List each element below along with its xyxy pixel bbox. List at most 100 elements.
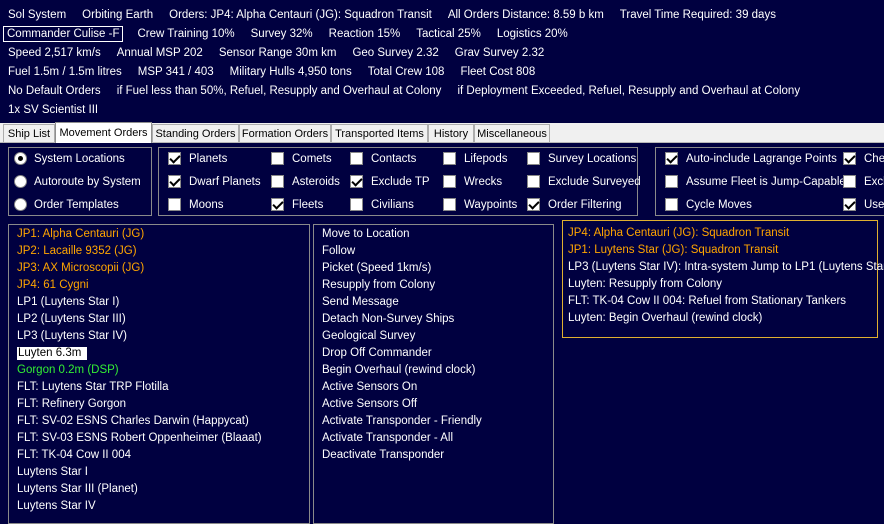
checkbox[interactable]	[443, 198, 456, 211]
list-item[interactable]: FLT: SV-03 ESNS Robert Oppenheimer (Blaa…	[13, 430, 262, 447]
checkbox[interactable]	[271, 198, 284, 211]
checkbox[interactable]	[168, 175, 181, 188]
filter-survey-locations[interactable]: Survey Locations	[527, 152, 636, 165]
filter-exclude-tp[interactable]: Exclude TP	[350, 175, 430, 188]
filter-planets[interactable]: Planets	[168, 152, 227, 165]
action-resupply-from-colony[interactable]: Resupply from Colony	[318, 277, 482, 294]
tab-transported-items[interactable]: Transported Items	[331, 124, 428, 142]
list-item[interactable]: Gorgon 0.2m (DSP)	[13, 362, 262, 379]
checkbox[interactable]	[168, 152, 181, 165]
available-actions-list[interactable]: Move to Location Follow Picket (Speed 1k…	[313, 224, 554, 524]
option-assume-jump-capable[interactable]: Assume Fleet is Jump-Capable	[665, 175, 846, 188]
list-item[interactable]: JP2: Lacaille 9352 (JG)	[13, 243, 262, 260]
action-picket[interactable]: Picket (Speed 1km/s)	[318, 260, 482, 277]
action-geological-survey[interactable]: Geological Survey	[318, 328, 482, 345]
filter-dwarf-planets[interactable]: Dwarf Planets	[168, 175, 261, 188]
list-item[interactable]: FLT: Luytens Star TRP Flotilla	[13, 379, 262, 396]
checkbox[interactable]	[527, 175, 540, 188]
action-transponder-friendly[interactable]: Activate Transponder - Friendly	[318, 413, 482, 430]
checkbox[interactable]	[350, 175, 363, 188]
list-item[interactable]: LP1 (Luytens Star I)	[13, 294, 262, 311]
checkbox[interactable]	[350, 152, 363, 165]
action-send-message[interactable]: Send Message	[318, 294, 482, 311]
radio-dot[interactable]	[14, 152, 27, 165]
checkbox[interactable]	[350, 198, 363, 211]
checkbox[interactable]	[527, 152, 540, 165]
order-item[interactable]: JP4: Alpha Centauri (JG): Squadron Trans…	[564, 225, 884, 242]
checkbox[interactable]	[843, 198, 856, 211]
checkbox[interactable]	[527, 198, 540, 211]
ship-composition-row: 1x SV Scientist III	[0, 100, 106, 119]
filter-moons[interactable]: Moons	[168, 198, 224, 211]
checkbox[interactable]	[443, 175, 456, 188]
order-item[interactable]: Luyten: Resupply from Colony	[564, 276, 884, 293]
tab-history[interactable]: History	[428, 124, 474, 142]
checkbox[interactable]	[665, 198, 678, 211]
list-item[interactable]: Luytens Star I	[13, 464, 262, 481]
filter-contacts[interactable]: Contacts	[350, 152, 416, 165]
filter-exclude-surveyed[interactable]: Exclude Surveyed	[527, 175, 641, 188]
order-item[interactable]: FLT: TK-04 Cow II 004: Refuel from Stati…	[564, 293, 884, 310]
action-active-sensors-off[interactable]: Active Sensors Off	[318, 396, 482, 413]
list-item[interactable]: FLT: SV-02 ESNS Charles Darwin (Happycat…	[13, 413, 262, 430]
list-item[interactable]: Luytens Star III (Planet)	[13, 481, 262, 498]
filter-civilians[interactable]: Civilians	[350, 198, 414, 211]
filter-comets[interactable]: Comets	[271, 152, 332, 165]
filter-fleets[interactable]: Fleets	[271, 198, 323, 211]
radio-autoroute-by-system[interactable]: Autoroute by System	[14, 175, 141, 188]
radio-dot[interactable]	[14, 175, 27, 188]
system-name: Sol System	[8, 8, 67, 21]
checkbox[interactable]	[271, 175, 284, 188]
filter-waypoints[interactable]: Waypoints	[443, 198, 517, 211]
filter-lifepods[interactable]: Lifepods	[443, 152, 507, 165]
system-locations-list[interactable]: JP1: Alpha Centauri (JG) JP2: Lacaille 9…	[8, 224, 310, 524]
sensor-range: Sensor Range 30m km	[218, 46, 337, 59]
list-item[interactable]: Luytens Star IV	[13, 498, 262, 515]
tab-standing-orders[interactable]: Standing Orders	[152, 124, 239, 142]
option-check[interactable]: Chec	[843, 152, 884, 165]
action-active-sensors-on[interactable]: Active Sensors On	[318, 379, 482, 396]
action-drop-off-commander[interactable]: Drop Off Commander	[318, 345, 482, 362]
option-exclude[interactable]: Exclu	[843, 175, 884, 188]
orders-queue-list[interactable]: JP4: Alpha Centauri (JG): Squadron Trans…	[562, 220, 884, 338]
order-item[interactable]: Luyten: Begin Overhaul (rewind clock)	[564, 310, 884, 327]
checkbox[interactable]	[665, 175, 678, 188]
order-item[interactable]: LP3 (Luytens Star IV): Intra-system Jump…	[564, 259, 884, 276]
list-item[interactable]: FLT: Refinery Gorgon	[13, 396, 262, 413]
tab-movement-orders[interactable]: Movement Orders	[55, 122, 152, 143]
checkbox[interactable]	[843, 175, 856, 188]
list-item[interactable]: JP3: AX Microscopii (JG)	[13, 260, 262, 277]
radio-order-templates[interactable]: Order Templates	[14, 198, 119, 211]
tab-ship-list[interactable]: Ship List	[3, 124, 55, 142]
tab-miscellaneous[interactable]: Miscellaneous	[474, 124, 550, 142]
tab-formation-orders[interactable]: Formation Orders	[239, 124, 331, 142]
filter-order-filtering[interactable]: Order Filtering	[527, 198, 622, 211]
option-auto-include-lagrange[interactable]: Auto-include Lagrange Points	[665, 152, 837, 165]
action-follow[interactable]: Follow	[318, 243, 482, 260]
order-item[interactable]: JP1: Luytens Star (JG): Squadron Transit	[564, 242, 884, 259]
commander-name[interactable]: Commander Culise -F	[3, 25, 124, 42]
checkbox[interactable]	[843, 152, 856, 165]
checkbox[interactable]	[665, 152, 678, 165]
action-deactivate-transponder[interactable]: Deactivate Transponder	[318, 447, 482, 464]
filter-wrecks[interactable]: Wrecks	[443, 175, 502, 188]
option-cycle-moves[interactable]: Cycle Moves	[665, 198, 752, 211]
radio-system-locations[interactable]: System Locations	[14, 152, 125, 165]
list-item[interactable]: FLT: TK-04 Cow II 004	[13, 447, 262, 464]
filter-asteroids[interactable]: Asteroids	[271, 175, 340, 188]
list-item[interactable]: LP3 (Luytens Star IV)	[13, 328, 262, 345]
list-item-selected[interactable]: Luyten 6.3m	[13, 345, 262, 362]
checkbox[interactable]	[168, 198, 181, 211]
list-item[interactable]: JP4: 61 Cygni	[13, 277, 262, 294]
action-move-to-location[interactable]: Move to Location	[318, 226, 482, 243]
option-use[interactable]: Use	[843, 198, 884, 211]
action-transponder-all[interactable]: Activate Transponder - All	[318, 430, 482, 447]
action-begin-overhaul[interactable]: Begin Overhaul (rewind clock)	[318, 362, 482, 379]
list-item-text: Luytens Star I	[17, 466, 88, 478]
radio-dot[interactable]	[14, 198, 27, 211]
list-item[interactable]: JP1: Alpha Centauri (JG)	[13, 226, 262, 243]
action-detach-non-survey[interactable]: Detach Non-Survey Ships	[318, 311, 482, 328]
checkbox[interactable]	[271, 152, 284, 165]
list-item[interactable]: LP2 (Luytens Star III)	[13, 311, 262, 328]
checkbox[interactable]	[443, 152, 456, 165]
